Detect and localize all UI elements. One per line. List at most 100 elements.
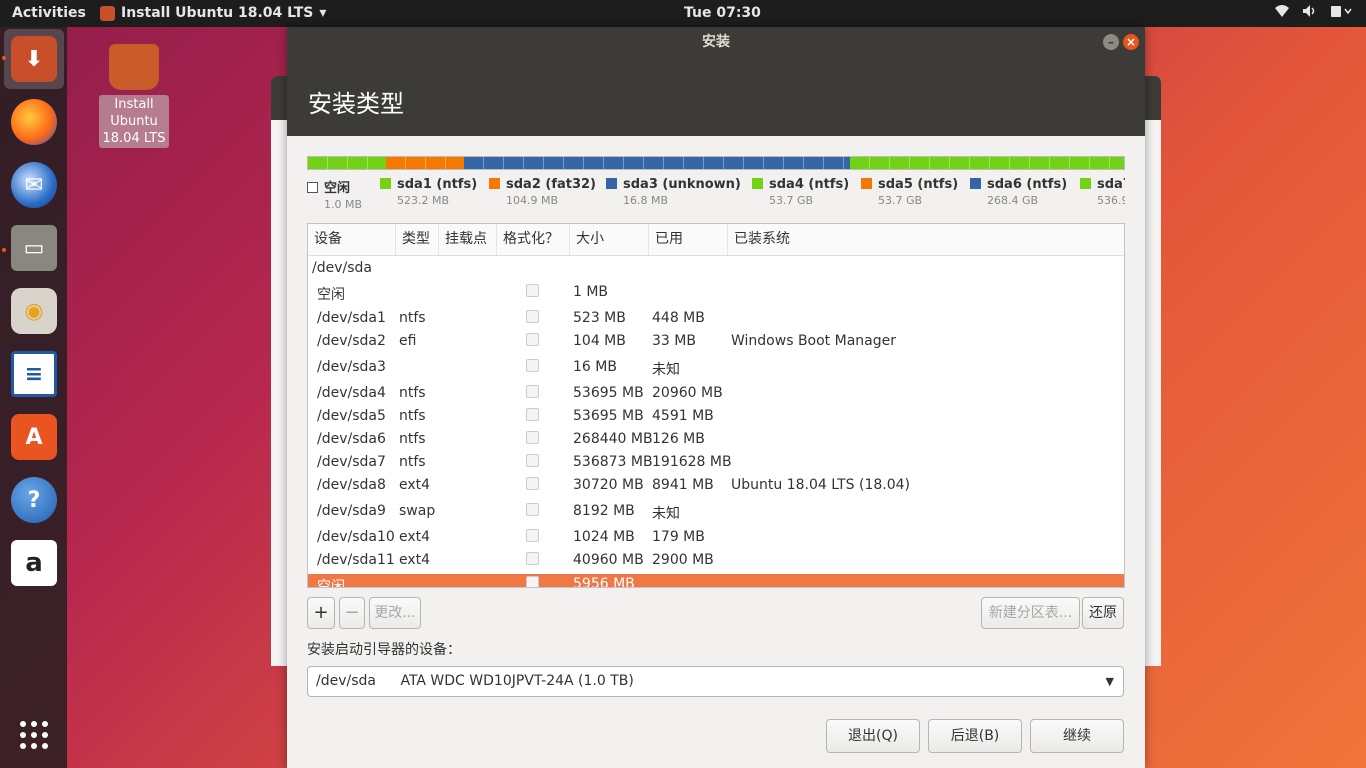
- column-header-format[interactable]: 格式化？: [497, 224, 570, 255]
- dock-help[interactable]: ?: [4, 470, 64, 530]
- dock-firefox[interactable]: [4, 92, 64, 152]
- legend-swatch: [380, 178, 391, 189]
- dock-amazon[interactable]: a: [4, 533, 64, 593]
- table-row[interactable]: /dev/sda1 ntfs 523 MB 448 MB: [308, 308, 1124, 330]
- dock-files[interactable]: ▭: [4, 218, 64, 278]
- table-row[interactable]: /dev/sda2 efi 104 MB 33 MB Windows Boot Mana…: [308, 331, 1124, 353]
- dock-rhythmbox[interactable]: ◉: [4, 281, 64, 341]
- format-checkbox[interactable]: [526, 385, 539, 398]
- column-header-mount[interactable]: 挂载点: [439, 224, 497, 255]
- cell-type: ntfs: [399, 431, 426, 447]
- format-checkbox[interactable]: [526, 333, 539, 346]
- table-row[interactable]: /dev/sda8 ext4 30720 MB 8941 MB Ubuntu 18.04…: [308, 475, 1124, 497]
- continue-button[interactable]: 继续: [1030, 719, 1124, 753]
- remove-partition-button[interactable]: −: [339, 597, 365, 629]
- column-header-system[interactable]: 已装系统: [728, 224, 1124, 255]
- legend-swatch: [307, 182, 318, 193]
- cell-device: /dev/sda1: [317, 310, 386, 326]
- quit-button[interactable]: 退出(Q): [826, 719, 920, 753]
- back-button[interactable]: 后退(B): [928, 719, 1022, 753]
- cell-size: 1024 MB: [573, 529, 635, 545]
- cell-device: /dev/sda9: [317, 503, 386, 519]
- thunderbird-icon: ✉: [11, 162, 57, 208]
- dock-software[interactable]: A: [4, 407, 64, 467]
- system-tray[interactable]: [1274, 4, 1352, 22]
- format-checkbox[interactable]: [526, 454, 539, 467]
- cell-size: 104 MB: [573, 333, 626, 349]
- table-row[interactable]: /dev/sda3 16 MB 未知: [308, 357, 1124, 379]
- cell-used: 未知: [652, 506, 680, 522]
- dock-writer[interactable]: ≡: [4, 344, 64, 404]
- format-checkbox[interactable]: [526, 477, 539, 490]
- table-row[interactable]: /dev/sda4 ntfs 53695 MB 20960 MB: [308, 383, 1124, 405]
- format-checkbox[interactable]: [526, 408, 539, 421]
- cell-size: 30720 MB: [573, 477, 644, 493]
- installer-dialog: 安装 – × 安装类型 空闲 1.0 MB sda1 (ntfs) 523.2 …: [287, 27, 1145, 768]
- cell-device: /dev/sda10: [317, 529, 395, 545]
- column-header-device[interactable]: 设备: [308, 224, 396, 255]
- cell-used: 33 MB: [652, 333, 696, 349]
- close-button[interactable]: ×: [1123, 34, 1139, 50]
- cell-size: 536873 MB: [573, 454, 653, 470]
- format-checkbox[interactable]: [526, 431, 539, 444]
- legend-item: sda5 (ntfs) 53.7 GB: [861, 177, 958, 207]
- format-checkbox[interactable]: [526, 359, 539, 372]
- legend-item: sda1 (ntfs) 523.2 MB: [380, 177, 477, 207]
- cell-type: ntfs: [399, 385, 426, 401]
- column-header-type[interactable]: 类型: [396, 224, 439, 255]
- change-partition-button[interactable]: 更改...: [369, 597, 421, 629]
- show-applications-button[interactable]: [4, 705, 64, 765]
- format-checkbox[interactable]: [526, 284, 539, 297]
- cell-used: 未知: [652, 362, 680, 378]
- clock[interactable]: Tue 07:30: [684, 5, 761, 21]
- format-checkbox[interactable]: [526, 503, 539, 516]
- table-row[interactable]: 空闲 1 MB: [308, 282, 1124, 304]
- installer-icon: [100, 5, 115, 21]
- table-row[interactable]: /dev/sda7 ntfs 536873 MB 191628 MB: [308, 452, 1124, 474]
- desktop-install-icon[interactable]: Install Ubuntu 18.04 LTS: [99, 44, 169, 148]
- format-checkbox[interactable]: [526, 310, 539, 323]
- cell-device: /dev/sda2: [317, 333, 386, 349]
- table-row[interactable]: /dev/sda11 ext4 40960 MB 2900 MB: [308, 550, 1124, 572]
- window-title: 安装: [702, 34, 730, 50]
- partition-bar-segment: [386, 157, 464, 169]
- cell-size: 40960 MB: [573, 552, 644, 568]
- cell-type: ntfs: [399, 310, 426, 326]
- cell-used: 4591 MB: [652, 408, 714, 424]
- cell-type: ext4: [399, 552, 431, 568]
- partition-bar: [307, 156, 1125, 170]
- table-row[interactable]: /dev/sda6 ntfs 268440 MB 126 MB: [308, 429, 1124, 451]
- app-menu[interactable]: Install Ubuntu 18.04 LTS ▾: [100, 5, 326, 21]
- libreoffice-writer-icon: ≡: [11, 351, 57, 397]
- partition-bar-segment: [464, 157, 850, 169]
- disk-row[interactable]: /dev/sda: [308, 258, 1124, 280]
- cell-device: /dev/sda8: [317, 477, 386, 493]
- table-row[interactable]: /dev/sda10 ext4 1024 MB 179 MB: [308, 527, 1124, 549]
- page-title: 安装类型: [287, 57, 1145, 136]
- dock: ⬇ ✉ ▭ ◉ ≡ A ? a: [0, 27, 67, 768]
- format-checkbox[interactable]: [526, 576, 539, 587]
- power-icon: [1330, 4, 1352, 22]
- dock-thunderbird[interactable]: ✉: [4, 155, 64, 215]
- table-row[interactable]: /dev/sda5 ntfs 53695 MB 4591 MB: [308, 406, 1124, 428]
- installer-icon: ⬇: [11, 36, 57, 82]
- activities-button[interactable]: Activities: [12, 5, 86, 21]
- cell-used: 126 MB: [652, 431, 705, 447]
- cell-used: 20960 MB: [652, 385, 723, 401]
- firefox-icon: [11, 99, 57, 145]
- revert-button[interactable]: 还原: [1082, 597, 1124, 629]
- table-row[interactable]: 空闲 5956 MB: [308, 574, 1124, 588]
- bootloader-device-select[interactable]: /dev/sda ATA WDC WD10JPVT-24A (1.0 TB) ▼: [307, 666, 1124, 697]
- format-checkbox[interactable]: [526, 552, 539, 565]
- column-header-used[interactable]: 已用: [649, 224, 728, 255]
- add-partition-button[interactable]: +: [307, 597, 335, 629]
- dock-installer[interactable]: ⬇: [4, 29, 64, 89]
- column-header-size[interactable]: 大小: [570, 224, 649, 255]
- minimize-button[interactable]: –: [1103, 34, 1119, 50]
- new-partition-table-button[interactable]: 新建分区表...: [981, 597, 1080, 629]
- format-checkbox[interactable]: [526, 529, 539, 542]
- cell-system: Ubuntu 18.04 LTS (18.04): [731, 477, 910, 493]
- legend-item: sda2 (fat32) 104.9 MB: [489, 177, 596, 207]
- cell-size: 5956 MB: [573, 576, 635, 588]
- table-row[interactable]: /dev/sda9 swap 8192 MB 未知: [308, 501, 1124, 523]
